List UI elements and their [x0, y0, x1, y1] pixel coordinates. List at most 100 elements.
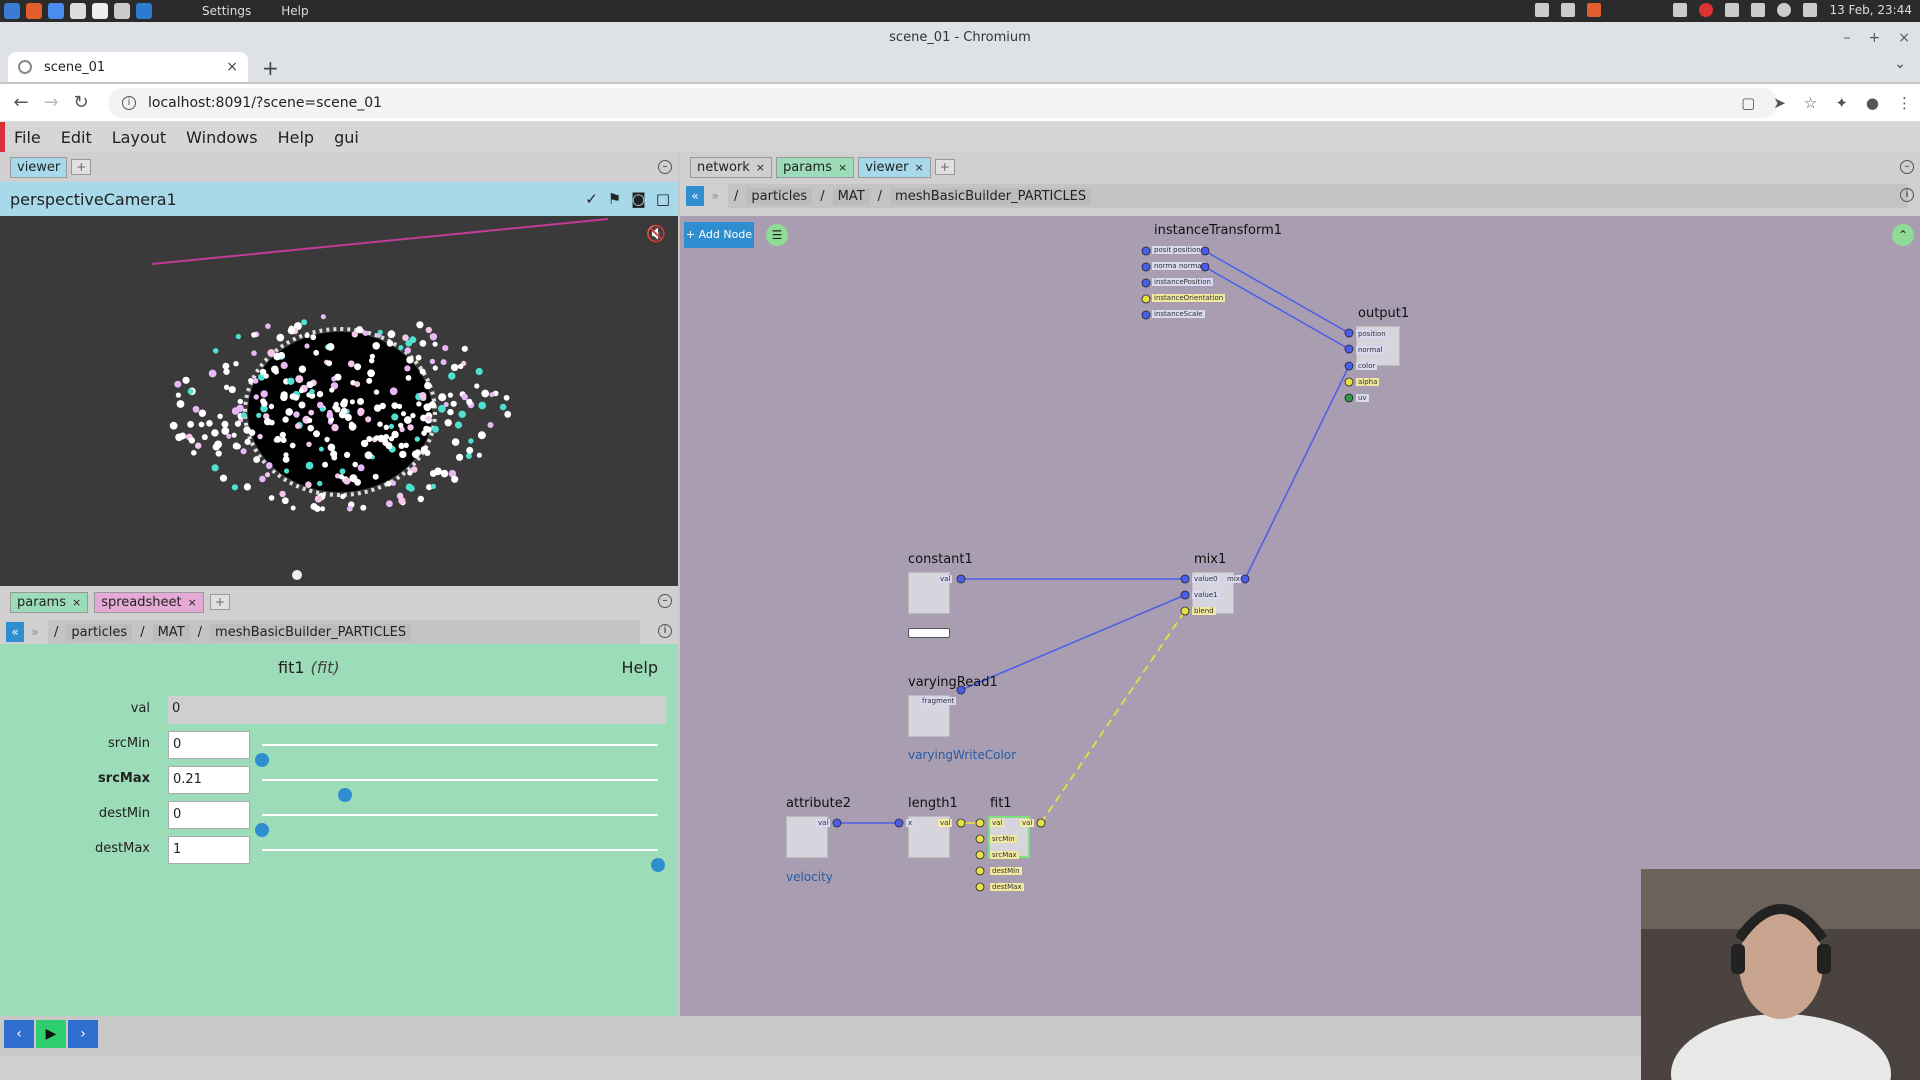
slider-knob[interactable] [651, 858, 665, 872]
node-label[interactable]: constant1 [908, 552, 973, 567]
github-icon[interactable] [70, 3, 86, 19]
url-text[interactable]: localhost:8091/?scene=scene_01 [148, 95, 382, 111]
back-arrows-icon[interactable]: « [686, 186, 704, 206]
crumb-builder[interactable]: meshBasicBuilder_PARTICLES [210, 623, 412, 641]
play-button[interactable]: ▶ [36, 1020, 66, 1048]
back-button[interactable]: ← [6, 92, 36, 113]
viewport[interactable]: 🔇 [0, 216, 678, 586]
panel-minimize-icon[interactable]: – [1900, 160, 1914, 174]
destmin-slider[interactable] [255, 814, 658, 837]
menu-edit[interactable]: Edit [61, 128, 92, 147]
reload-button[interactable]: ↻ [66, 92, 96, 113]
app-icon[interactable] [4, 3, 20, 19]
menu-windows[interactable]: Windows [186, 128, 257, 147]
tab-network[interactable]: network × [690, 156, 773, 178]
close-tab-icon[interactable]: × [226, 59, 238, 75]
bell-icon[interactable] [1673, 3, 1688, 17]
profile-icon[interactable]: ● [1866, 94, 1879, 112]
tab-spreadsheet[interactable]: spreadsheet × [94, 591, 204, 613]
menu-gui[interactable]: gui [334, 128, 359, 147]
camera-name[interactable]: perspectiveCamera1 [10, 190, 177, 209]
folder-icon[interactable] [1535, 3, 1550, 17]
terminal-icon[interactable] [1561, 3, 1576, 17]
close-tab-icon[interactable]: × [72, 596, 81, 609]
extensions-icon[interactable]: ✦ [1835, 94, 1848, 112]
node-label[interactable]: instanceTransform1 [1154, 223, 1282, 238]
firefox-icon[interactable] [1587, 3, 1602, 17]
browser-tab[interactable]: scene_01 × [8, 52, 248, 82]
info-icon[interactable]: i [658, 624, 672, 638]
os-menu-help[interactable]: Help [281, 4, 308, 18]
chromium-icon[interactable] [48, 3, 64, 19]
forward-button[interactable]: → [36, 92, 66, 113]
node-label[interactable]: output1 [1358, 306, 1409, 321]
menu-file[interactable]: File [14, 128, 41, 147]
new-tab-button[interactable]: + [262, 56, 279, 80]
node-label[interactable]: fit1 [990, 796, 1012, 811]
destmax-field[interactable]: 1 [168, 836, 250, 864]
add-tab-button[interactable]: + [934, 159, 955, 175]
forward-arrows-icon[interactable]: » [706, 186, 724, 206]
firefox-icon[interactable] [26, 3, 42, 19]
info-icon[interactable]: i [1900, 188, 1914, 202]
home-icon[interactable] [114, 3, 130, 19]
vscode-icon[interactable] [136, 3, 152, 19]
node-label[interactable]: length1 [908, 796, 958, 811]
panel-minimize-icon[interactable]: – [658, 160, 672, 174]
tab-viewer[interactable]: viewer [10, 156, 68, 178]
os-menu-settings[interactable]: Settings [202, 4, 251, 18]
close-tab-icon[interactable]: × [838, 161, 847, 174]
more-menu-icon[interactable]: ⋮ [1897, 94, 1912, 112]
color-swatch[interactable] [908, 628, 950, 638]
node-label[interactable]: attribute2 [786, 796, 851, 811]
back-arrows-icon[interactable]: « [6, 622, 24, 642]
clipboard-icon[interactable]: ▢ [1741, 94, 1755, 112]
bookmark-star-icon[interactable]: ☆ [1804, 94, 1817, 112]
flag-icon[interactable]: ⚑ [608, 190, 621, 208]
menu-help[interactable]: Help [278, 128, 314, 147]
destmax-slider[interactable] [262, 849, 665, 872]
dropbox-icon[interactable] [1725, 3, 1740, 17]
crumb-builder[interactable]: meshBasicBuilder_PARTICLES [890, 187, 1092, 205]
clock[interactable]: 13 Feb, 23:44 [1829, 3, 1912, 17]
tab-params[interactable]: params × [10, 591, 89, 613]
panel-minimize-icon[interactable]: – [658, 594, 672, 608]
prev-frame-button[interactable]: ‹ [4, 1020, 34, 1048]
close-tab-icon[interactable]: × [756, 161, 765, 174]
crumb-particles[interactable]: particles [746, 187, 813, 205]
mute-icon[interactable]: 🔇 [646, 224, 666, 243]
srcmax-field[interactable]: 0.21 [168, 766, 250, 794]
val-field[interactable]: 0 [168, 696, 666, 724]
handle[interactable] [292, 570, 302, 580]
crumb-mat[interactable]: MAT [832, 187, 870, 205]
destmin-field[interactable]: 0 [168, 801, 250, 829]
info-icon[interactable] [1777, 3, 1792, 17]
address-bar[interactable]: i localhost:8091/?scene=scene_01 [108, 88, 1778, 118]
close-tab-icon[interactable]: × [914, 161, 923, 174]
node-label[interactable]: varyingRead1 [908, 675, 998, 690]
volume-icon[interactable] [1803, 3, 1818, 17]
srcmin-field[interactable]: 0 [168, 731, 250, 759]
srcmax-slider[interactable] [262, 779, 658, 802]
add-tab-button[interactable]: + [209, 594, 230, 610]
tab-params[interactable]: params × [776, 156, 855, 178]
steam-icon[interactable] [1699, 3, 1714, 17]
chevron-down-icon[interactable]: ⌄ [1894, 56, 1906, 72]
forward-arrows-icon[interactable]: » [26, 622, 44, 642]
network-icon[interactable] [1751, 3, 1766, 17]
srcmin-slider[interactable] [255, 744, 658, 767]
send-icon[interactable]: ➤ [1773, 94, 1786, 112]
check-icon[interactable]: ✓ [585, 190, 598, 208]
tab-viewer[interactable]: viewer × [858, 156, 931, 178]
crumb-particles[interactable]: particles [66, 623, 133, 641]
camera-icon[interactable]: ◙ [631, 190, 646, 208]
fullscreen-icon[interactable]: □ [656, 190, 670, 208]
add-tab-button[interactable]: + [71, 159, 92, 175]
menu-layout[interactable]: Layout [112, 128, 166, 147]
info-icon[interactable]: i [122, 96, 136, 110]
terminal-icon[interactable] [92, 3, 108, 19]
crumb-mat[interactable]: MAT [152, 623, 190, 641]
next-frame-button[interactable]: › [68, 1020, 98, 1048]
node-label[interactable]: mix1 [1194, 552, 1226, 567]
help-link[interactable]: Help [622, 658, 658, 677]
